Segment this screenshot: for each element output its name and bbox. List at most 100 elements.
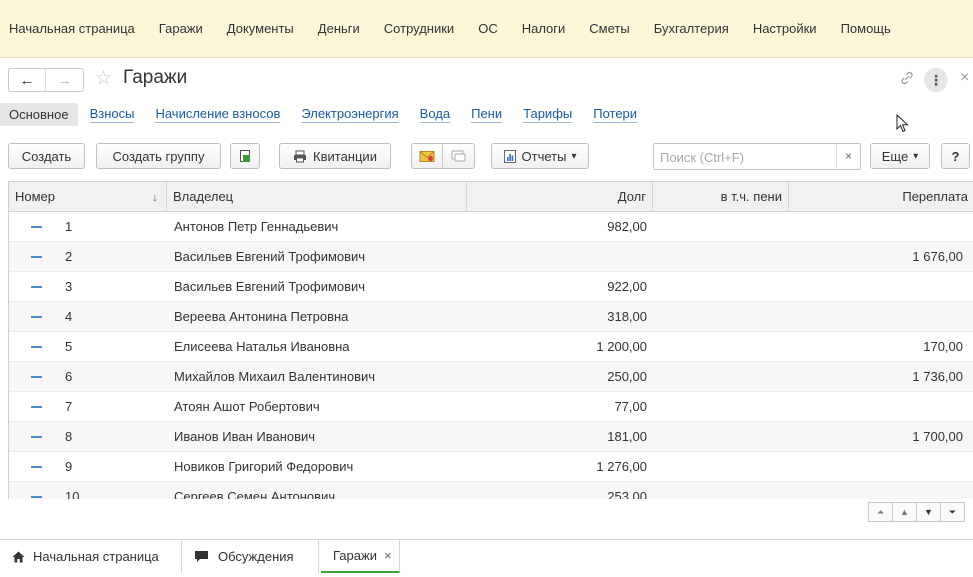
menu-item-money[interactable]: Деньги (318, 21, 360, 36)
menu-item-estimates[interactable]: Сметы (589, 21, 629, 36)
table-row[interactable]: 9 Новиков Григорий Федорович 1 276,00 (9, 452, 973, 482)
search-clear-icon[interactable]: × (836, 144, 860, 169)
open-windows-panel: Начальная страница Обсуждения Гаражи × (0, 539, 973, 577)
open-tab-close-icon[interactable]: × (384, 548, 392, 563)
cell-debt: 982,00 (607, 219, 647, 234)
mouse-cursor-icon (896, 114, 909, 133)
reports-button[interactable]: Отчеты ▾ (491, 143, 589, 169)
column-header-debt[interactable]: Долг (467, 182, 653, 212)
cell-debt: 181,00 (607, 429, 647, 444)
email-button[interactable] (412, 144, 443, 168)
create-button[interactable]: Создать (8, 143, 85, 169)
menu-item-employees[interactable]: Сотрудники (384, 21, 454, 36)
cell-debt: 77,00 (614, 399, 647, 414)
help-button[interactable]: ? (941, 143, 970, 169)
scroll-to-top-icon[interactable]: ⏶ (868, 502, 893, 522)
form-header: ← → ☆ Гаражи ⋮ × (0, 60, 973, 98)
printer-icon (294, 150, 307, 162)
garages-table: Номер ↓ Владелец Долг в т.ч. пени Перепл… (8, 181, 973, 499)
cell-number: 4 (65, 309, 73, 324)
cell-number: 3 (65, 279, 73, 294)
form-tabs: Основное Взносы Начисление взносов Элект… (0, 102, 658, 126)
table-row[interactable]: 4 Вереева Антонина Петровна 318,00 (9, 302, 973, 332)
star-icon[interactable]: ☆ (95, 68, 112, 90)
menu-item-help[interactable]: Помощь (841, 21, 891, 36)
cell-overpayment: 1 676,00 (912, 249, 963, 264)
tab-main[interactable]: Основное (0, 102, 78, 126)
menu-item-taxes[interactable]: Налоги (522, 21, 566, 36)
comment-icon (451, 150, 466, 161)
menu-item-fixed-assets[interactable]: ОС (478, 21, 498, 36)
cell-debt: 318,00 (607, 309, 647, 324)
cell-penalty (653, 362, 789, 391)
cell-owner: Антонов Петр Геннадьевич (174, 219, 339, 234)
tab-tariffs[interactable]: Тарифы (523, 106, 573, 123)
menu-item-documents[interactable]: Документы (227, 21, 294, 36)
tab-accrual[interactable]: Начисление взносов (155, 106, 281, 123)
cell-debt: 1 200,00 (596, 339, 647, 354)
tab-electricity[interactable]: Электроэнергия (301, 106, 399, 123)
table-row[interactable]: 2 Васильев Евгений Трофимович 1 676,00 (9, 242, 973, 272)
cell-penalty (653, 212, 789, 241)
item-marker-icon (31, 286, 42, 288)
table-row[interactable]: 1 Антонов Петр Геннадьевич 982,00 (9, 212, 973, 242)
scroll-to-bottom-icon[interactable]: ⏷ (940, 502, 965, 522)
report-icon (503, 149, 516, 163)
table-row[interactable]: 3 Васильев Евгений Трофимович 922,00 (9, 272, 973, 302)
table-row[interactable]: 5 Елисеева Наталья Ивановна 1 200,00 170… (9, 332, 973, 362)
item-marker-icon (31, 496, 42, 498)
table-row[interactable]: 8 Иванов Иван Иванович 181,00 1 700,00 (9, 422, 973, 452)
column-header-penalty[interactable]: в т.ч. пени (653, 182, 789, 212)
table-row[interactable]: 6 Михайлов Михаил Валентинович 250,00 1 … (9, 362, 973, 392)
tab-penalties[interactable]: Пени (471, 106, 503, 123)
forward-arrow-icon[interactable]: → (46, 69, 83, 91)
open-tab-home-label: Начальная страница (33, 549, 159, 564)
tab-water[interactable]: Вода (419, 106, 451, 123)
column-header-overpayment[interactable]: Переплата (789, 182, 973, 212)
tab-contributions[interactable]: Взносы (89, 106, 135, 123)
link-icon[interactable] (899, 70, 915, 90)
cell-owner: Сергеев Семен Антонович (174, 489, 336, 499)
cell-penalty (653, 392, 789, 421)
receipts-button[interactable]: Квитанции (279, 143, 391, 169)
table-header: Номер ↓ Владелец Долг в т.ч. пени Перепл… (9, 182, 973, 212)
cell-overpayment (789, 452, 969, 481)
comment-button[interactable] (443, 144, 474, 168)
copy-doc-icon (240, 150, 250, 162)
column-header-number[interactable]: Номер ↓ (9, 182, 167, 212)
table-row[interactable]: 7 Атоян Ашот Робертович 77,00 (9, 392, 973, 422)
column-header-owner[interactable]: Владелец (167, 182, 467, 212)
table-row[interactable]: 10 Сергеев Семен Антонович 253,00 (9, 482, 973, 499)
envelope-icon (419, 150, 435, 162)
more-actions-icon[interactable]: ⋮ (924, 68, 948, 92)
back-arrow-icon[interactable]: ← (9, 69, 47, 91)
cell-overpayment (789, 212, 969, 241)
menu-item-home[interactable]: Начальная страница (9, 21, 135, 36)
sort-arrow-icon: ↓ (152, 190, 158, 204)
receipts-label: Квитанции (313, 148, 377, 164)
open-tab-garages[interactable]: Гаражи × (321, 540, 400, 573)
cell-debt (467, 242, 653, 271)
close-icon[interactable]: × (960, 69, 969, 87)
open-tab-home[interactable]: Начальная страница (0, 540, 182, 573)
scroll-down-icon[interactable]: ▼ (916, 502, 941, 522)
cell-penalty (653, 482, 789, 499)
tab-losses[interactable]: Потери (593, 106, 638, 123)
scroll-up-icon[interactable]: ▲ (892, 502, 917, 522)
cell-number: 7 (65, 399, 73, 414)
item-marker-icon (31, 316, 42, 318)
menu-item-settings[interactable]: Настройки (753, 21, 817, 36)
open-tab-discussions[interactable]: Обсуждения (182, 540, 319, 573)
search-input[interactable]: Поиск (Ctrl+F) × (653, 143, 861, 170)
main-menu: Начальная страница Гаражи Документы День… (0, 0, 973, 58)
chevron-down-icon: ▾ (571, 150, 577, 162)
cell-owner: Иванов Иван Иванович (174, 429, 316, 444)
cell-debt: 253,00 (607, 489, 647, 499)
copy-button[interactable] (230, 143, 260, 169)
create-group-button[interactable]: Создать группу (96, 143, 221, 169)
cell-owner: Атоян Ашот Робертович (174, 399, 320, 414)
home-icon (12, 551, 25, 562)
menu-item-garages[interactable]: Гаражи (159, 21, 203, 36)
more-button[interactable]: Еще ▾ (870, 143, 930, 169)
menu-item-accounting[interactable]: Бухгалтерия (654, 21, 729, 36)
